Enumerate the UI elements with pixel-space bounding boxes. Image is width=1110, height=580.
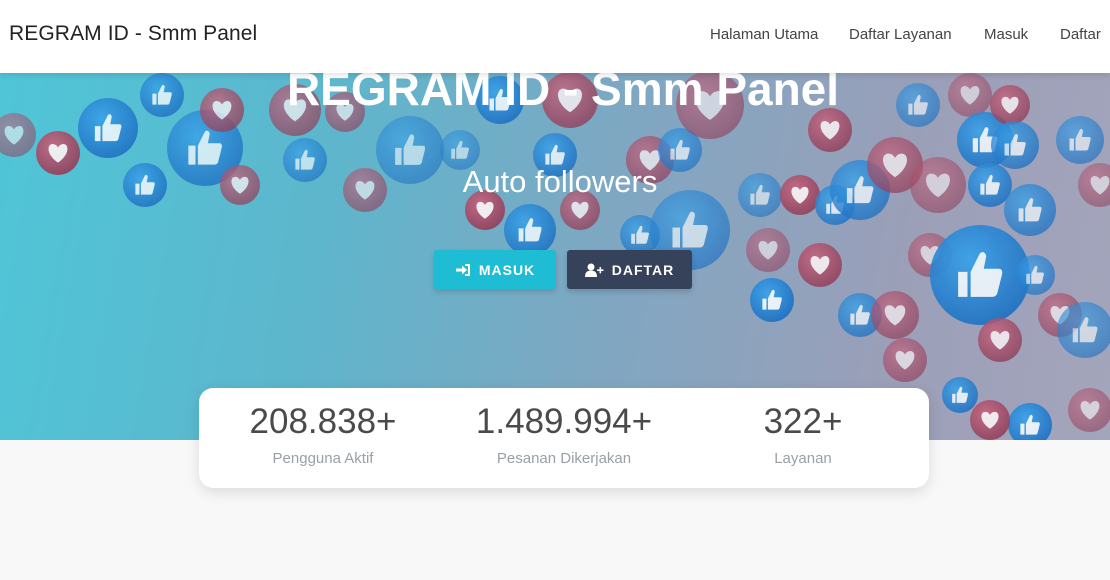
heart-bubble-icon xyxy=(1068,388,1110,432)
heart-bubble-icon xyxy=(746,228,790,272)
masuk-button-label: MASUK xyxy=(478,261,536,278)
like-bubble-icon xyxy=(1056,116,1104,164)
stat-label: Pesanan Dikerjakan xyxy=(496,450,632,467)
hero-subtitle: Auto followers xyxy=(462,164,658,199)
like-bubble-icon xyxy=(1015,255,1055,295)
heart-bubble-icon xyxy=(871,291,919,339)
stat-value: 1.489.994+ xyxy=(475,402,653,441)
stat-pesanan-dikerjakan: 1.489.994+ Pesanan Dikerjakan xyxy=(449,402,679,467)
heart-bubble-icon xyxy=(798,243,842,287)
like-bubble-icon xyxy=(750,278,794,322)
daftar-button[interactable]: DAFTAR xyxy=(567,250,692,289)
like-bubble-icon xyxy=(942,377,978,413)
like-bubble-icon xyxy=(991,121,1039,169)
like-bubble-icon xyxy=(1008,403,1052,440)
heart-bubble-icon xyxy=(978,318,1022,362)
masuk-button[interactable]: MASUK xyxy=(434,250,556,289)
heart-bubble-icon xyxy=(883,338,927,382)
stat-label: Pengguna Aktif xyxy=(272,450,374,467)
nav-link-halaman-utama[interactable]: Halaman Utama xyxy=(710,26,818,43)
stat-value: 208.838+ xyxy=(249,402,397,441)
user-plus-icon xyxy=(584,263,604,277)
stat-layanan: 322+ Layanan xyxy=(688,402,918,467)
stat-value: 322+ xyxy=(763,402,843,441)
heart-bubble-icon xyxy=(970,400,1010,440)
like-bubble-icon xyxy=(504,204,556,256)
stats-card: 208.838+ Pengguna Aktif 1.489.994+ Pesan… xyxy=(199,388,929,488)
nav-link-daftar[interactable]: Daftar xyxy=(1060,26,1101,43)
nav-link-masuk[interactable]: Masuk xyxy=(984,26,1028,43)
heart-bubble-icon xyxy=(0,113,36,157)
nav-links: Halaman Utama Daftar Layanan Masuk Dafta… xyxy=(0,26,1110,46)
top-navbar: REGRAM ID - Smm Panel Halaman Utama Daft… xyxy=(0,0,1110,73)
stat-pengguna-aktif: 208.838+ Pengguna Aktif xyxy=(208,402,438,467)
nav-link-daftar-layanan[interactable]: Daftar Layanan xyxy=(849,26,952,43)
daftar-button-label: DAFTAR xyxy=(611,261,675,278)
sign-in-icon xyxy=(455,263,470,276)
stat-label: Layanan xyxy=(774,450,832,467)
